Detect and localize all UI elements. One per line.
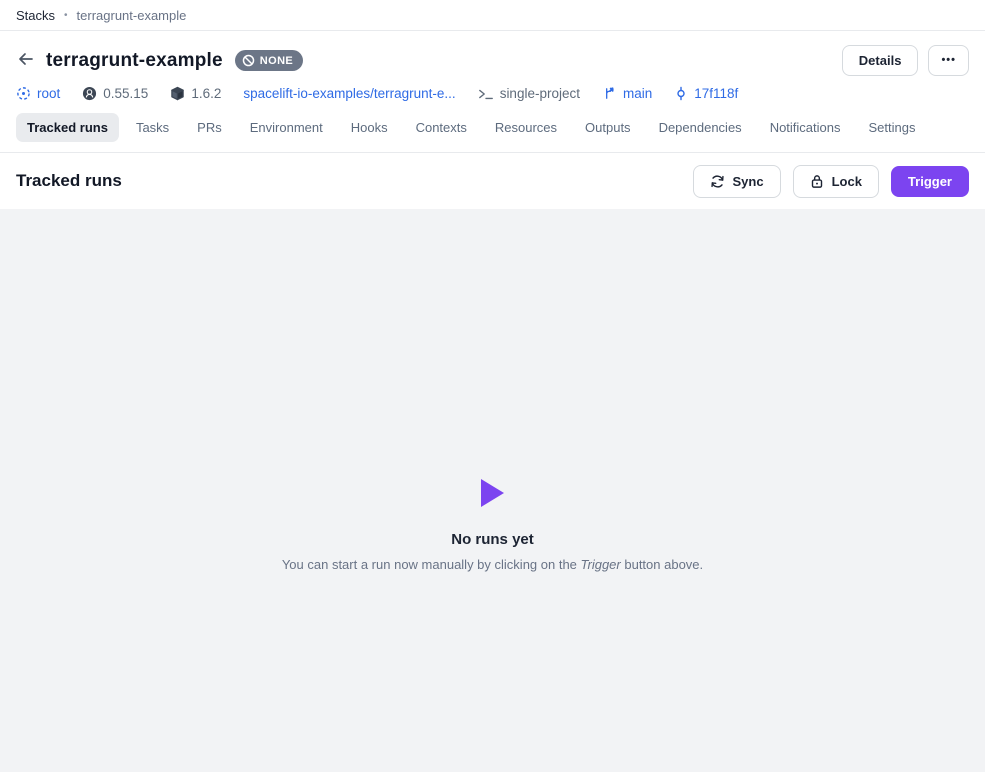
title-row: terragrunt-example NONE Details •••: [16, 45, 969, 76]
space-icon: [16, 86, 31, 101]
breadcrumb-separator: •: [64, 10, 68, 21]
tab-tracked-runs[interactable]: Tracked runs: [16, 113, 119, 142]
tab-environment[interactable]: Environment: [239, 113, 334, 142]
empty-state: No runs yet You can start a run now manu…: [282, 477, 703, 772]
status-badge-label: NONE: [260, 55, 293, 67]
section-actions: Sync Lock Trigger: [693, 165, 970, 198]
tab-notifications[interactable]: Notifications: [759, 113, 852, 142]
breadcrumb-stacks-link[interactable]: Stacks: [16, 8, 55, 23]
empty-state-message-prefix: You can start a run now manually by clic…: [282, 557, 581, 572]
section-title: Tracked runs: [16, 171, 122, 191]
commit-icon: [674, 86, 688, 101]
project-root-value: single-project: [500, 86, 580, 101]
terragrunt-version-value: 0.55.15: [103, 86, 148, 101]
lock-button-label: Lock: [832, 175, 862, 188]
terragrunt-version-meta: 0.55.15: [82, 86, 148, 101]
space-link[interactable]: root: [37, 86, 60, 101]
empty-state-message-trigger: Trigger: [581, 557, 621, 572]
more-options-button[interactable]: •••: [928, 45, 969, 76]
ellipsis-icon: •••: [941, 55, 956, 66]
stack-header: terragrunt-example NONE Details •••: [0, 31, 985, 152]
commit-link[interactable]: 17f118f: [694, 86, 738, 101]
back-button[interactable]: [16, 49, 36, 72]
terminal-icon: [478, 87, 494, 101]
tab-hooks[interactable]: Hooks: [340, 113, 399, 142]
tracked-runs-content: No runs yet You can start a run now manu…: [0, 209, 985, 772]
terraform-version-meta: 1.6.2: [170, 86, 221, 101]
sync-button-label: Sync: [733, 175, 764, 188]
lock-icon: [810, 174, 824, 189]
stack-meta-row: root 0.55.15 1.6.2: [16, 86, 969, 101]
tab-resources[interactable]: Resources: [484, 113, 568, 142]
sync-icon: [710, 174, 725, 189]
no-entry-icon: [242, 54, 255, 67]
branch-meta[interactable]: main: [602, 86, 652, 101]
terraform-version-value: 1.6.2: [191, 86, 221, 101]
sync-button[interactable]: Sync: [693, 165, 781, 198]
lock-button[interactable]: Lock: [793, 165, 879, 198]
commit-meta[interactable]: 17f118f: [674, 86, 738, 101]
repository-link[interactable]: spacelift-io-examples/terragrunt-e...: [243, 86, 455, 101]
tab-dependencies[interactable]: Dependencies: [648, 113, 753, 142]
page-title: terragrunt-example: [46, 50, 223, 72]
tab-prs[interactable]: PRs: [186, 113, 233, 142]
empty-state-title: No runs yet: [282, 531, 703, 548]
trigger-button[interactable]: Trigger: [891, 166, 969, 197]
empty-state-message: You can start a run now manually by clic…: [282, 557, 703, 572]
stack-tabs: Tracked runs Tasks PRs Environment Hooks…: [16, 113, 969, 152]
terragrunt-version-icon: [82, 86, 97, 101]
breadcrumb-current: terragrunt-example: [77, 8, 187, 23]
details-button[interactable]: Details: [842, 45, 919, 76]
play-icon: [477, 477, 507, 509]
project-root-meta: single-project: [478, 86, 580, 101]
tab-tasks[interactable]: Tasks: [125, 113, 180, 142]
tab-settings[interactable]: Settings: [858, 113, 927, 142]
empty-state-message-suffix: button above.: [621, 557, 703, 572]
status-badge: NONE: [235, 50, 303, 71]
title-actions: Details •••: [842, 45, 969, 76]
branch-link[interactable]: main: [623, 86, 652, 101]
arrow-left-icon: [16, 49, 36, 72]
tab-outputs[interactable]: Outputs: [574, 113, 642, 142]
tab-contexts[interactable]: Contexts: [405, 113, 478, 142]
breadcrumb: Stacks • terragrunt-example: [0, 0, 985, 31]
space-meta[interactable]: root: [16, 86, 60, 101]
branch-icon: [602, 86, 617, 101]
section-header: Tracked runs Sync Lock Trigger: [0, 152, 985, 209]
terraform-version-icon: [170, 86, 185, 101]
repository-meta[interactable]: spacelift-io-examples/terragrunt-e...: [243, 86, 455, 101]
